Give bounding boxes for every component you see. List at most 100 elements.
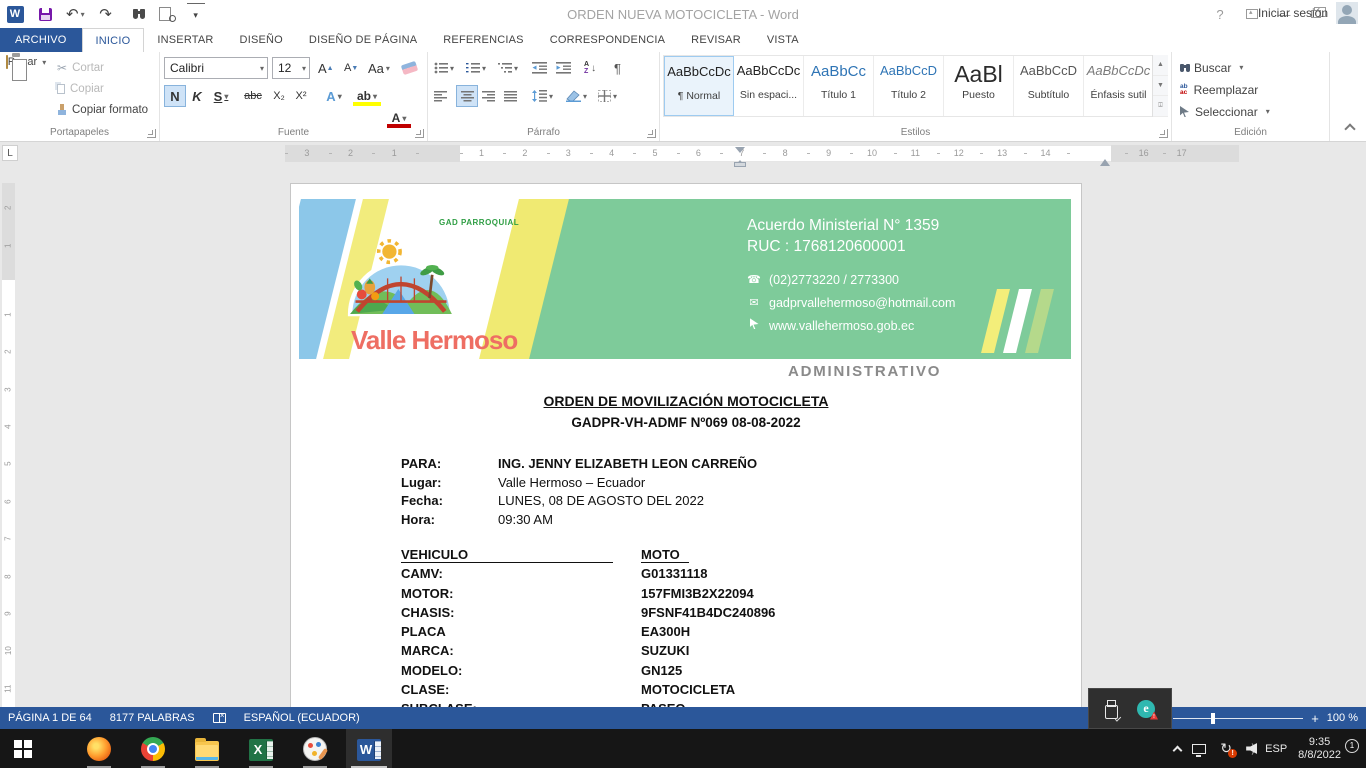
format-painter-button[interactable]: Copiar formato bbox=[54, 99, 158, 120]
start-button[interactable] bbox=[0, 729, 46, 768]
numbering-button[interactable] bbox=[466, 57, 486, 79]
style-item[interactable]: AaBbCcD Título 2 bbox=[874, 56, 944, 116]
update-alert-icon[interactable]: ↻ bbox=[1217, 740, 1235, 757]
bold-button[interactable]: N bbox=[164, 85, 186, 107]
taskbar-explorer[interactable] bbox=[184, 729, 230, 768]
volume-icon[interactable] bbox=[1246, 743, 1254, 755]
justify-button[interactable] bbox=[504, 85, 517, 107]
shading-button[interactable] bbox=[566, 85, 587, 107]
tab-stop-selector[interactable]: L bbox=[2, 145, 18, 161]
ribbon-tab[interactable]: DISEÑO bbox=[227, 28, 296, 52]
decrease-indent-button[interactable] bbox=[532, 57, 547, 79]
ribbon-tab[interactable]: REFERENCIAS bbox=[430, 28, 536, 52]
shading-icon bbox=[566, 90, 581, 102]
page-indicator[interactable]: PÁGINA 1 DE 64 bbox=[8, 712, 92, 724]
tray-expand-chevron-icon[interactable] bbox=[1173, 745, 1183, 755]
ribbon-tab[interactable]: DISEÑO DE PÁGINA bbox=[296, 28, 430, 52]
ruler-number: 9 bbox=[807, 145, 850, 162]
increase-indent-button[interactable] bbox=[556, 57, 571, 79]
taskbar-word[interactable] bbox=[346, 729, 392, 768]
zoom-level[interactable]: 100 % bbox=[1327, 712, 1358, 724]
styles-scroll-down[interactable]: ▼ bbox=[1153, 76, 1168, 97]
horizontal-ruler[interactable]: 321 1234567891011121314 1617 bbox=[285, 145, 1239, 162]
style-item[interactable]: AaBbCcDc Sin espaci... bbox=[734, 56, 804, 116]
font-family-combo[interactable]: Calibri▾ bbox=[164, 57, 268, 79]
clock[interactable]: 9:35 8/8/2022 bbox=[1298, 736, 1341, 762]
app-icon bbox=[249, 739, 273, 761]
styles-gallery-expand[interactable]: ⍗ bbox=[1153, 96, 1168, 117]
taskbar-firefox[interactable] bbox=[76, 729, 122, 768]
banner-website: www.vallehermoso.gob.ec bbox=[769, 315, 914, 338]
right-indent-marker[interactable] bbox=[1100, 154, 1110, 166]
ribbon-tab[interactable]: ARCHIVO bbox=[0, 28, 82, 52]
zoom-slider-thumb[interactable] bbox=[1211, 713, 1215, 724]
styles-gallery-scroll: ▲ ▼ ⍗ bbox=[1152, 55, 1168, 117]
align-center-button[interactable] bbox=[456, 85, 478, 107]
text-effects-button[interactable]: A bbox=[320, 85, 348, 107]
align-left-button[interactable] bbox=[434, 85, 447, 107]
taskbar-paint[interactable] bbox=[292, 729, 338, 768]
styles-scroll-up[interactable]: ▲ bbox=[1153, 55, 1168, 76]
zoom-in-button[interactable]: + bbox=[1311, 711, 1319, 726]
taskbar-excel[interactable] bbox=[238, 729, 284, 768]
clear-formatting-button[interactable] bbox=[400, 57, 419, 79]
left-indent-marker[interactable] bbox=[734, 162, 746, 167]
align-right-button[interactable] bbox=[482, 85, 495, 107]
ribbon-tab[interactable]: VISTA bbox=[754, 28, 812, 52]
collapse-ribbon-button[interactable] bbox=[1344, 123, 1355, 134]
copy-button[interactable]: Copiar bbox=[54, 78, 158, 99]
network-icon[interactable] bbox=[1192, 744, 1206, 754]
language-indicator[interactable]: ESPAÑOL (ECUADOR) bbox=[244, 712, 360, 724]
italic-button[interactable]: K bbox=[188, 85, 206, 107]
borders-button[interactable] bbox=[598, 85, 617, 107]
shrink-font-button[interactable]: A▼ bbox=[342, 57, 360, 79]
paragraph-dialog-launcher[interactable] bbox=[647, 129, 656, 138]
find-menu-button[interactable]: Buscar bbox=[1180, 57, 1243, 78]
help-button[interactable]: ? bbox=[1206, 3, 1234, 25]
grow-font-button[interactable]: A▲ bbox=[316, 57, 336, 79]
underline-button[interactable]: S bbox=[208, 85, 234, 107]
bullets-button[interactable] bbox=[434, 57, 454, 79]
style-item[interactable]: AaBbCcDc ¶ Normal bbox=[664, 56, 734, 116]
ribbon-tab[interactable]: REVISAR bbox=[678, 28, 754, 52]
sign-in[interactable]: Iniciar sesión bbox=[1258, 2, 1358, 24]
usb-device-icon[interactable] bbox=[1105, 700, 1117, 718]
sort-button[interactable]: AZ ↓ bbox=[584, 57, 596, 79]
font-size-combo[interactable]: 12▾ bbox=[272, 57, 310, 79]
paste-button[interactable]: Pegar bbox=[4, 56, 48, 126]
taskbar-chrome[interactable] bbox=[130, 729, 176, 768]
ribbon-tab[interactable]: INICIO bbox=[82, 28, 145, 52]
proofing-status[interactable] bbox=[213, 713, 226, 723]
strikethrough-button[interactable]: abc bbox=[240, 85, 266, 107]
change-case-button[interactable]: Aa bbox=[366, 57, 392, 79]
style-item[interactable]: AaBbCcDc Énfasis sutil bbox=[1084, 56, 1154, 116]
eset-antivirus-icon[interactable]: e! bbox=[1137, 700, 1155, 718]
vertical-ruler[interactable]: 21 1234567891011 bbox=[2, 183, 15, 707]
word-count[interactable]: 8177 PALABRAS bbox=[110, 712, 195, 724]
line-spacing-button[interactable] bbox=[532, 85, 553, 107]
ruler-number: 2 bbox=[0, 350, 27, 354]
zoom-slider[interactable] bbox=[1173, 718, 1303, 719]
superscript-button[interactable]: X² bbox=[290, 85, 312, 107]
replace-button[interactable]: abac Reemplazar bbox=[1180, 79, 1258, 100]
select-menu-button[interactable]: Seleccionar bbox=[1180, 101, 1270, 122]
show-marks-button[interactable]: ¶ bbox=[614, 57, 621, 79]
title-bar: W ↶ ↷ ▾ ORDEN NUEVA MOTOCICLETA - Word ?… bbox=[0, 0, 1366, 28]
style-item[interactable]: AaBbCcD Subtítulo bbox=[1014, 56, 1084, 116]
ribbon-tab[interactable]: INSERTAR bbox=[144, 28, 226, 52]
styles-dialog-launcher[interactable] bbox=[1159, 129, 1168, 138]
style-item[interactable]: AaBl Puesto bbox=[944, 56, 1014, 116]
clipboard-dialog-launcher[interactable] bbox=[147, 129, 156, 138]
vehicle-details-block: VEHICULO MOTO CAMV: G01331118 MOTOR: 157… bbox=[291, 547, 1081, 707]
subscript-button[interactable]: X₂ bbox=[268, 85, 290, 107]
font-dialog-launcher[interactable] bbox=[415, 129, 424, 138]
cut-button[interactable]: ✂ Cortar bbox=[54, 57, 158, 78]
style-item[interactable]: AaBbCc Título 1 bbox=[804, 56, 874, 116]
highlight-color-button[interactable]: ab bbox=[352, 85, 382, 107]
multilevel-list-button[interactable] bbox=[498, 57, 518, 79]
document-page[interactable]: Acuerdo Ministerial N° 1359 RUC : 176812… bbox=[290, 183, 1082, 707]
input-language[interactable]: ESP bbox=[1265, 743, 1287, 755]
ribbon-tab[interactable]: CORRESPONDENCIA bbox=[537, 28, 678, 52]
tray-time: 9:35 bbox=[1309, 736, 1330, 748]
font-color-button[interactable]: A bbox=[386, 107, 412, 129]
